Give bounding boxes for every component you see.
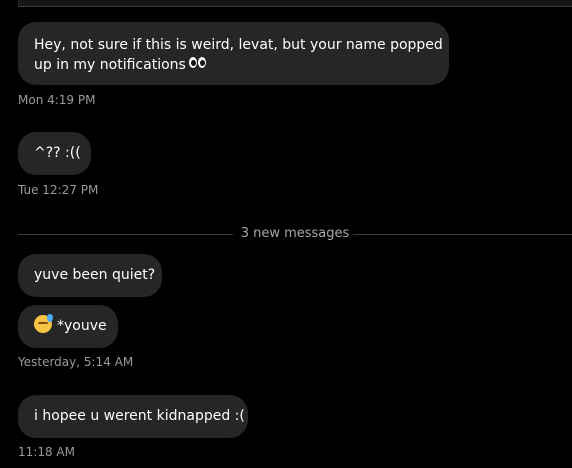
- message-bubble[interactable]: yuve been quiet?: [18, 254, 162, 297]
- message-text-line-1: Hey, not sure if this is weird, levat, b…: [34, 37, 443, 53]
- message-timestamp: Yesterday, 5:14 AM: [18, 355, 134, 369]
- top-scroll-edge: [18, 0, 572, 7]
- sleepy-face-emoji-icon: [34, 314, 53, 333]
- divider-line: [353, 234, 572, 235]
- new-messages-divider: 3 new messages: [18, 225, 572, 243]
- message-text: ^?? :((: [34, 145, 81, 161]
- message-text: up in my notifications: [34, 57, 186, 73]
- message-bubble[interactable]: Hey, not sure if this is weird, levat, b…: [18, 22, 449, 85]
- message-text-line-2: up in my notifications: [34, 55, 433, 75]
- message-text: yuve been quiet?: [34, 267, 156, 283]
- message-timestamp: Tue 12:27 PM: [18, 183, 99, 197]
- message-text: i hopee u werent kidnapped :(: [34, 408, 245, 424]
- message-bubble[interactable]: *youve: [18, 305, 118, 348]
- message-bubble[interactable]: ^?? :((: [18, 132, 91, 175]
- message-text-row: *youve: [34, 314, 107, 336]
- message-bubble[interactable]: i hopee u werent kidnapped :(: [18, 395, 248, 438]
- message-text: *youve: [57, 318, 107, 334]
- eyes-emoji-icon: [188, 54, 207, 74]
- message-timestamp: Mon 4:19 PM: [18, 93, 96, 107]
- message-timestamp: 11:18 AM: [18, 445, 75, 459]
